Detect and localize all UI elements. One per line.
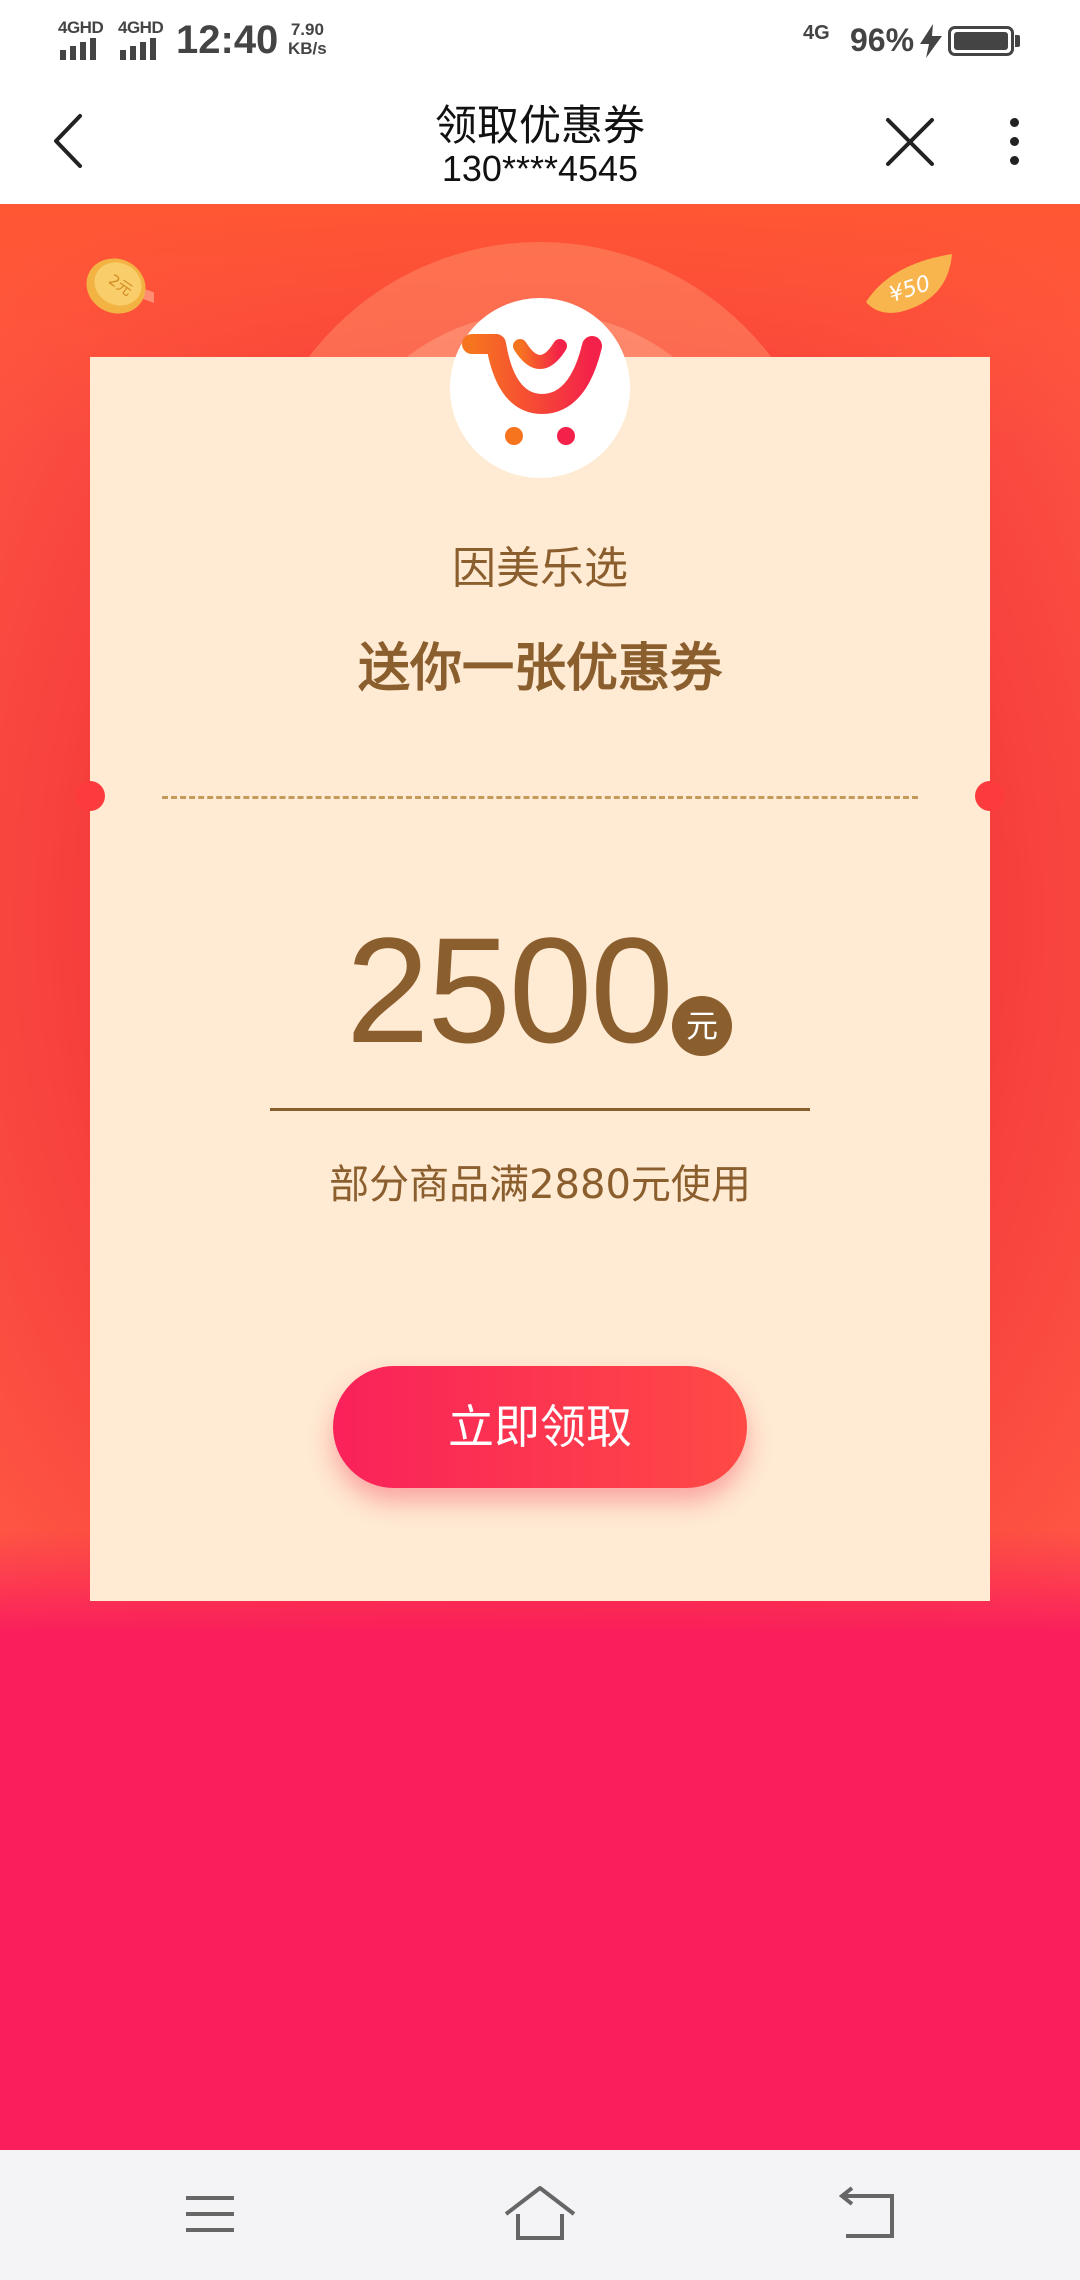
title-bar: 领取优惠券 130****4545 [0, 82, 1080, 204]
more-options-icon[interactable] [996, 112, 1032, 172]
coin-decoration-icon: 2元 [86, 258, 154, 314]
system-nav-bar [0, 2150, 1080, 2280]
status-bar: 4GHD 4GHD 12:40 7.90 KB/s 4G 96% [0, 0, 1080, 82]
coupon-headline: 送你一张优惠券 [357, 639, 722, 699]
signal-1-icon: 4GHD [58, 18, 108, 60]
promo-bottom-area [0, 1634, 1080, 2150]
brand-name: 因美乐选 [452, 543, 628, 594]
network-speed: 7.90 KB/s [288, 20, 327, 58]
voucher-leaf-decoration-icon: ¥50 [866, 254, 952, 313]
menu-icon[interactable] [170, 2180, 250, 2250]
speed-value: 7.90 [290, 20, 324, 39]
usage-condition: 部分商品满2880元使用 [329, 1162, 751, 1208]
coupon-notch-left [75, 781, 105, 811]
brand-logo [450, 298, 630, 478]
battery-percent: 96% [850, 22, 915, 58]
charging-bolt-icon [920, 24, 942, 58]
amount-underline [270, 1108, 810, 1111]
network-type-1: 4GHD [58, 18, 104, 37]
shopping-cart-logo-icon [462, 334, 602, 445]
claim-now-button[interactable]: 立即领取 [333, 1366, 747, 1488]
currency-badge: 元 [672, 996, 732, 1056]
dashed-divider [162, 796, 918, 799]
home-icon[interactable] [500, 2180, 580, 2250]
back-nav-icon[interactable] [830, 2180, 910, 2250]
close-icon[interactable] [880, 112, 940, 172]
battery-tip [1015, 35, 1020, 47]
coupon-notch-right [975, 781, 1005, 811]
data-network-label: 4G [803, 22, 830, 44]
coupon-amount: 2500 [346, 906, 674, 1074]
signal-2-icon: 4GHD [118, 18, 168, 60]
battery-icon [948, 26, 1014, 56]
network-type-2: 4GHD [118, 18, 164, 37]
speed-unit: KB/s [288, 39, 327, 58]
clock: 12:40 [176, 18, 279, 62]
